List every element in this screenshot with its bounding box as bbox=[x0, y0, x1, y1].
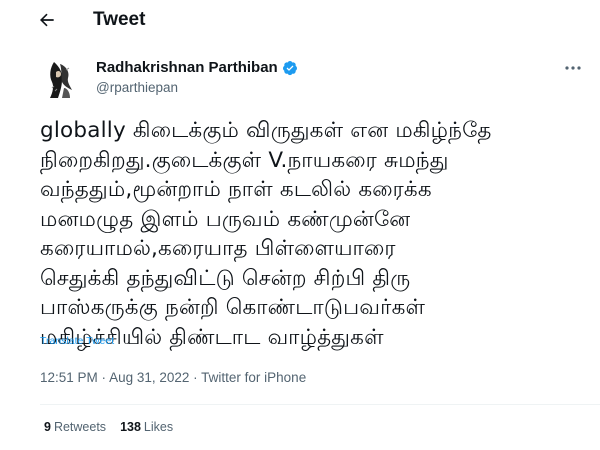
likes-stat[interactable]: 138 Likes bbox=[120, 420, 173, 434]
tweet-source[interactable]: Twitter for iPhone bbox=[201, 370, 306, 385]
likes-label: Likes bbox=[143, 420, 174, 434]
avatar[interactable] bbox=[40, 58, 84, 102]
meta-separator: · bbox=[189, 370, 202, 385]
retweets-label: Retweets bbox=[53, 420, 107, 434]
arrow-left-icon bbox=[40, 13, 54, 27]
meta-separator: · bbox=[97, 370, 110, 385]
retweets-stat[interactable]: 9 Retweets bbox=[44, 420, 106, 434]
header-bar: Tweet bbox=[0, 0, 600, 40]
more-options-button[interactable] bbox=[560, 58, 586, 78]
tweet-text: globally கிடைக்கும் விருதுகள் என மகிழ்ந்… bbox=[40, 118, 492, 350]
tweet-date[interactable]: Aug 31, 2022 bbox=[109, 370, 189, 385]
back-button[interactable] bbox=[30, 6, 64, 34]
likes-count: 138 bbox=[120, 420, 141, 434]
tweet-stats: 9 Retweets 138 Likes bbox=[44, 420, 173, 434]
page-title: Tweet bbox=[93, 9, 146, 30]
author-name-row[interactable]: Radhakrishnan Parthiban bbox=[96, 59, 298, 76]
divider bbox=[40, 404, 600, 405]
author-handle[interactable]: @rparthiepan bbox=[96, 80, 178, 95]
author-display-name[interactable]: Radhakrishnan Parthiban bbox=[96, 59, 278, 76]
verified-badge-icon bbox=[282, 60, 297, 75]
tweet-meta: 12:51 PM · Aug 31, 2022 · Twitter for iP… bbox=[40, 370, 306, 385]
more-icon bbox=[565, 66, 581, 70]
tweet-time[interactable]: 12:51 PM bbox=[40, 370, 98, 385]
translate-tweet-link[interactable]: Translate Tweet bbox=[40, 335, 114, 347]
avatar-image bbox=[40, 58, 84, 102]
retweets-count: 9 bbox=[44, 420, 51, 434]
